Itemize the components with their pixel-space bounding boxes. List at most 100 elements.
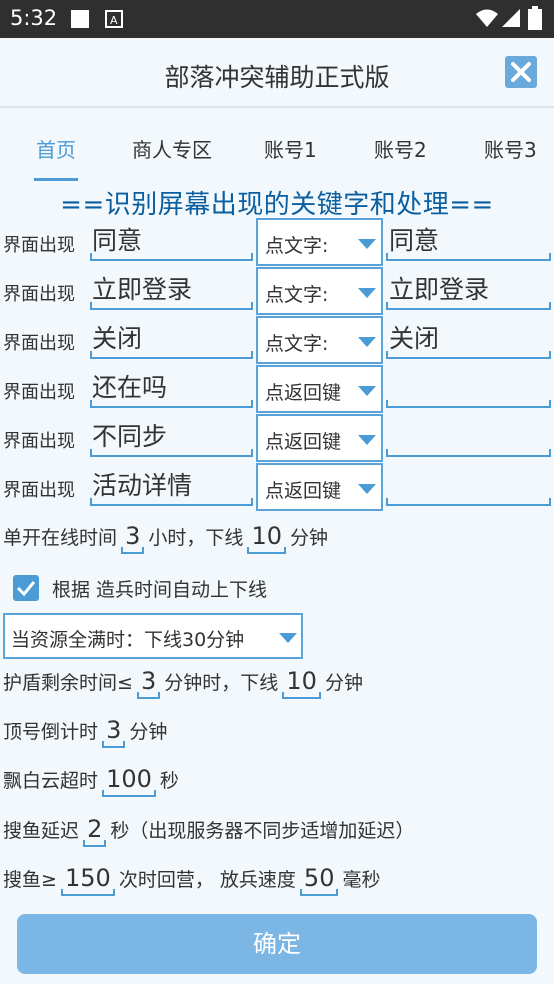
dropdown-arrow-icon: [358, 337, 376, 347]
close-icon: [511, 62, 531, 82]
countdown-input[interactable]: 3: [102, 716, 126, 748]
param-input[interactable]: [386, 372, 551, 408]
tab-account-1[interactable]: 账号1: [264, 134, 317, 163]
keyword-input[interactable]: 关闭: [90, 323, 253, 359]
param-input[interactable]: 关闭: [386, 323, 551, 359]
cloud-timeout-setting: 飘白云超时 100 秒: [3, 765, 179, 797]
dropdown-arrow-icon: [358, 435, 376, 445]
keyword-input[interactable]: 活动详情: [90, 470, 253, 506]
search-count-mid: 次时回营， 放兵速度: [118, 869, 296, 891]
row-label: 界面出现: [3, 235, 75, 256]
param-input[interactable]: 立即登录: [386, 274, 551, 310]
countdown-prefix: 顶号倒计时: [3, 721, 99, 743]
action-select-value: 点返回键: [265, 480, 342, 502]
shield-time-input[interactable]: 3: [136, 667, 161, 699]
search-count-value: 150: [64, 864, 111, 892]
dropdown-arrow-icon: [358, 239, 376, 249]
action-select[interactable]: 点返回键: [256, 463, 383, 511]
online-hours-value: 3: [125, 522, 141, 550]
param-input[interactable]: [386, 470, 551, 506]
dropdown-arrow-icon: [358, 386, 376, 396]
action-select[interactable]: 点返回键: [256, 414, 383, 462]
online-time-suffix: 分钟: [290, 527, 329, 549]
shield-offline-value: 10: [286, 667, 317, 695]
tab-merchant[interactable]: 商人专区: [132, 134, 212, 163]
search-count-input[interactable]: 150: [60, 864, 115, 896]
action-select[interactable]: 点文字:: [256, 316, 383, 364]
dropdown-arrow-icon: [358, 288, 376, 298]
title-bar: 部落冲突辅助正式版: [0, 38, 554, 106]
keyword-input[interactable]: 不同步: [90, 421, 253, 457]
online-time-setting: 单开在线时间 3 小时，下线 10 分钟: [3, 522, 329, 554]
row-label: 界面出现: [3, 480, 75, 501]
tab-home[interactable]: 首页: [36, 134, 76, 163]
search-delay-suffix: 秒（出现服务器不同步适增加延迟）: [110, 820, 415, 842]
search-delay-input[interactable]: 2: [83, 815, 107, 847]
resource-full-value: 当资源全满时：下线30分钟: [11, 629, 245, 651]
search-delay-prefix: 搜鱼延迟: [3, 820, 80, 842]
countdown-suffix: 分钟: [129, 721, 168, 743]
header-divider: [0, 106, 554, 108]
countdown-setting: 顶号倒计时 3 分钟: [3, 716, 168, 748]
online-time-prefix: 单开在线时间: [3, 527, 118, 549]
deploy-speed-value: 50: [303, 864, 335, 892]
confirm-button[interactable]: 确定: [17, 914, 537, 974]
wifi-icon: [476, 8, 498, 32]
auto-offline-label: 根据 造兵时间自动上下线: [52, 579, 268, 601]
shield-offline-input[interactable]: 10: [282, 667, 321, 699]
svg-text:A: A: [110, 14, 118, 27]
action-select[interactable]: 点文字:: [256, 267, 383, 315]
param-input[interactable]: 同意: [386, 225, 551, 261]
shield-setting: 护盾剩余时间≤ 3 分钟时，下线 10 分钟: [3, 667, 363, 699]
action-select-value: 点返回键: [265, 431, 342, 453]
param-input[interactable]: [386, 421, 551, 457]
action-select[interactable]: 点文字:: [256, 218, 383, 266]
keyword-input[interactable]: 立即登录: [90, 274, 253, 310]
action-select-value: 点文字:: [265, 333, 329, 355]
auto-offline-checkbox[interactable]: [13, 575, 39, 601]
shield-suffix: 分钟: [324, 672, 363, 694]
dropdown-arrow-icon: [279, 633, 297, 643]
battery-icon: [528, 6, 542, 34]
tab-account-2[interactable]: 账号2: [374, 134, 427, 163]
countdown-value: 3: [106, 716, 122, 744]
row-label: 界面出现: [3, 431, 75, 452]
keyword-input[interactable]: 还在吗: [90, 372, 253, 408]
shield-mid: 分钟时，下线: [164, 672, 279, 694]
status-time: 5:32: [10, 6, 58, 30]
search-count-suffix: 毫秒: [342, 869, 381, 891]
cloud-timeout-input[interactable]: 100: [102, 765, 156, 797]
offline-minutes-input[interactable]: 10: [247, 522, 286, 554]
search-count-prefix: 搜鱼≥: [3, 869, 57, 891]
search-delay-value: 2: [87, 815, 103, 843]
notification-square-icon: [70, 9, 90, 33]
online-hours-input[interactable]: 3: [121, 522, 145, 554]
action-select-value: 点返回键: [265, 382, 342, 404]
app-notification-icon: A: [105, 10, 123, 32]
cloud-prefix: 飘白云超时: [3, 770, 99, 792]
app-content: 部落冲突辅助正式版 首页 商人专区 账号1 账号2 账号3 ==识别屏幕出现的关…: [0, 38, 554, 984]
tab-account-3[interactable]: 账号3: [484, 134, 537, 163]
checkmark-icon: [16, 581, 36, 597]
cloud-timeout-value: 100: [106, 765, 152, 793]
deploy-speed-input[interactable]: 50: [299, 864, 339, 896]
shield-prefix: 护盾剩余时间≤: [3, 672, 133, 694]
row-label: 界面出现: [3, 284, 75, 305]
offline-minutes-value: 10: [251, 522, 282, 550]
action-select[interactable]: 点返回键: [256, 365, 383, 413]
signal-icon: [502, 8, 520, 32]
online-time-mid: 小时，下线: [148, 527, 244, 549]
status-bar: 5:32 A: [0, 0, 554, 38]
action-select-value: 点文字:: [265, 284, 329, 306]
action-select-value: 点文字:: [265, 235, 329, 257]
section-title: ==识别屏幕出现的关键字和处理==: [60, 190, 494, 220]
search-delay-setting: 搜鱼延迟 2 秒（出现服务器不同步适增加延迟）: [3, 815, 415, 847]
shield-time-value: 3: [140, 667, 157, 695]
page-title: 部落冲突辅助正式版: [164, 63, 390, 92]
keyword-input[interactable]: 同意: [90, 225, 253, 261]
close-button[interactable]: [505, 56, 537, 88]
tab-indicator: [34, 178, 78, 181]
row-label: 界面出现: [3, 382, 75, 403]
search-count-setting: 搜鱼≥ 150 次时回营， 放兵速度 50 毫秒: [3, 864, 381, 896]
resource-full-select[interactable]: 当资源全满时：下线30分钟: [3, 613, 303, 659]
